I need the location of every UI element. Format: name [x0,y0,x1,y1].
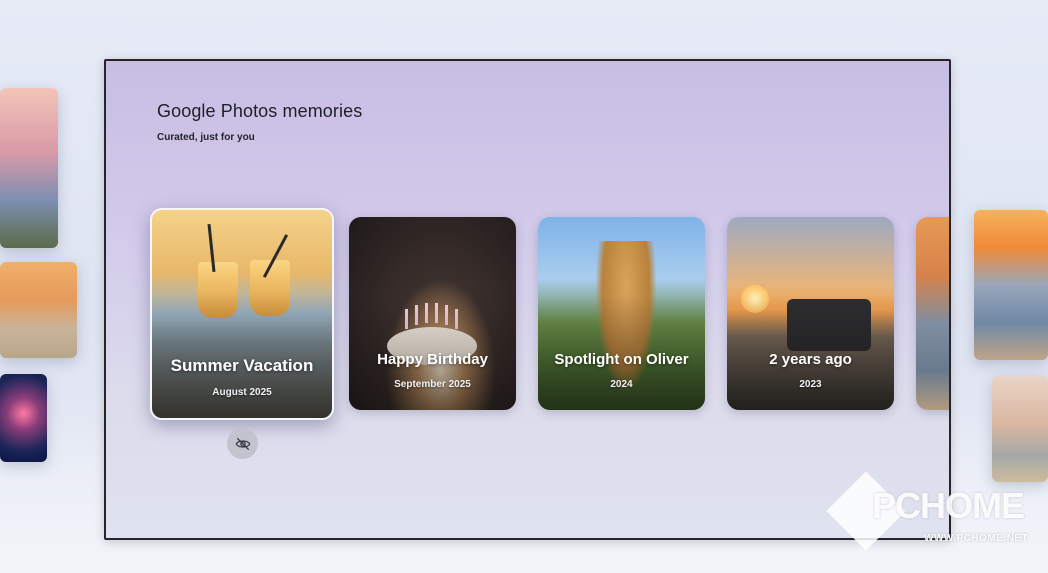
floating-photo-shore [992,376,1048,482]
memory-card-spotlight-on-oliver[interactable]: Spotlight on Oliver 2024 [538,217,705,410]
memory-title: 2 years ago [769,351,852,368]
page-title: Google Photos memories [157,101,363,121]
memory-date: August 2025 [212,387,272,398]
hide-memory-button[interactable] [227,428,258,459]
floating-photo-ocean-sunset [974,210,1048,360]
floating-photo-sunset-beach [0,88,58,248]
floating-photo-family-beach [0,262,77,358]
watermark-url: WWW.PCHOME.NET [924,533,1029,544]
memory-title: Spotlight on Oliver [554,351,689,368]
floating-photo-fireworks [0,374,47,462]
memory-card-partial-next[interactable] [916,217,949,410]
tv-screen: Google Photos memories Curated, just for… [104,59,951,540]
memory-date: 2023 [799,379,822,390]
memory-card-happy-birthday[interactable]: Happy Birthday September 2025 [349,217,516,410]
memory-title: Summer Vacation [170,356,314,375]
page-subtitle: Curated, just for you [157,132,255,143]
watermark-brand: PCHOME [872,485,1025,526]
memory-date: 2024 [610,379,633,390]
memory-card-summer-vacation[interactable]: Summer Vacation August 2025 [150,208,334,420]
memory-title: Happy Birthday [377,351,488,368]
eye-off-icon [235,437,250,450]
memory-date: September 2025 [394,379,471,390]
memory-card-2-years-ago[interactable]: 2 years ago 2023 [727,217,894,410]
watermark: PCHOME WWW.PCHOME.NET [826,471,1034,557]
